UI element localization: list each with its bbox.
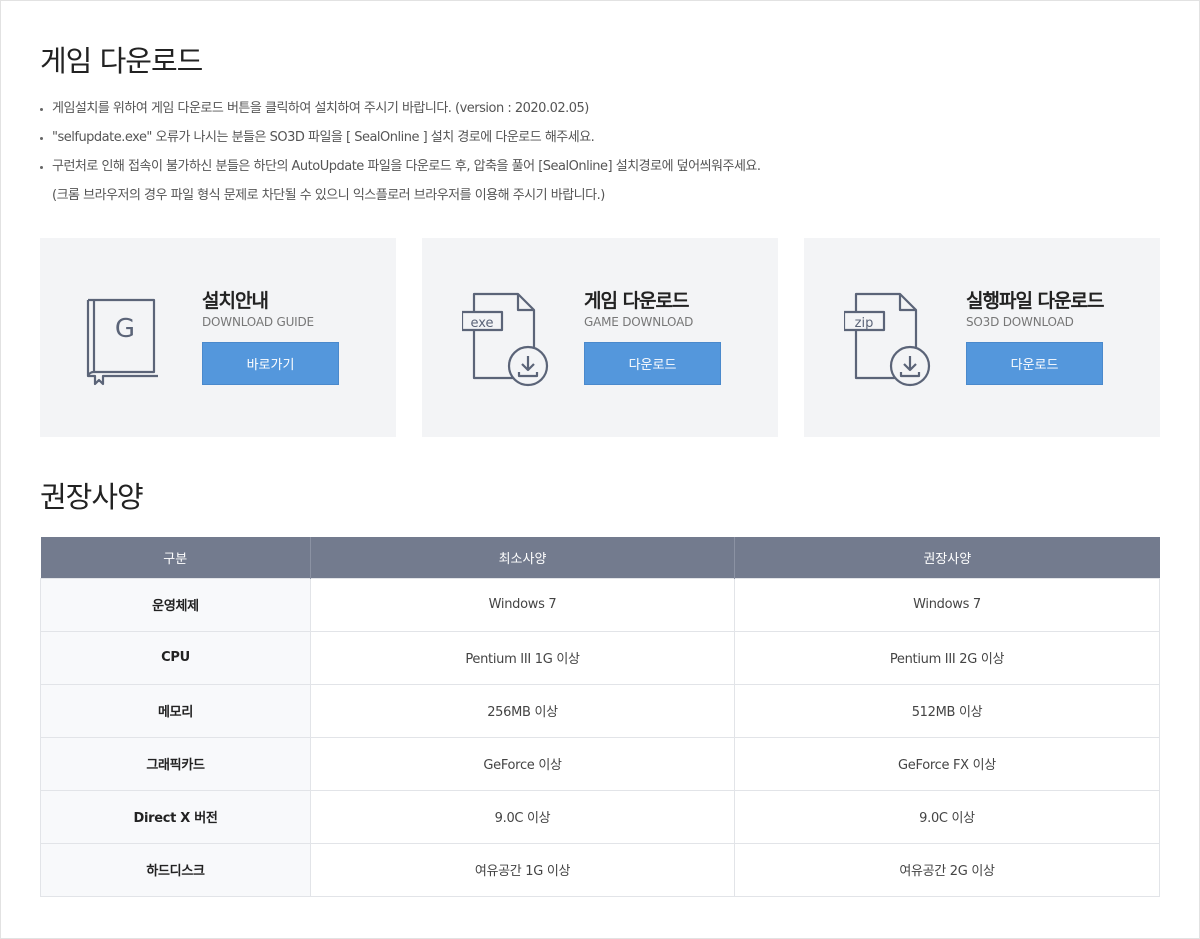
svg-text:exe: exe <box>470 316 493 331</box>
row-label: CPU <box>40 630 311 685</box>
spec-section-title: 권장사양 <box>40 480 144 514</box>
svg-text:G: G <box>115 314 135 344</box>
exe-file-download-icon: exe <box>462 292 549 387</box>
header-recommended: 권장사양 <box>734 537 1160 578</box>
row-label: 그래픽카드 <box>40 736 311 791</box>
min-value: 여유공간 1G 이상 <box>310 842 735 897</box>
card-download-guide: G 설치안내 DOWNLOAD GUIDE 바로가기 <box>40 238 396 437</box>
row-label: 하드디스크 <box>40 842 311 897</box>
game-download-button[interactable]: 다운로드 <box>584 342 721 385</box>
card-subtitle: SO3D DOWNLOAD <box>966 315 1074 329</box>
card-so3d-download: zip 실행파일 다운로드 SO3D DOWNLOAD 다운로드 <box>804 238 1160 437</box>
so3d-download-button[interactable]: 다운로드 <box>966 342 1103 385</box>
header-category: 구분 <box>40 537 311 578</box>
card-title: 게임 다운로드 <box>584 290 689 312</box>
rec-value: Pentium III 2G 이상 <box>734 630 1160 685</box>
table-row: 메모리 256MB 이상 512MB 이상 <box>40 683 1160 738</box>
svg-text:zip: zip <box>855 316 874 331</box>
card-subtitle: DOWNLOAD GUIDE <box>202 315 314 329</box>
table-row: 그래픽카드 GeForce 이상 GeForce FX 이상 <box>40 736 1160 791</box>
min-value: Pentium III 1G 이상 <box>310 630 735 685</box>
table-row: 운영체제 Windows 7 Windows 7 <box>40 577 1160 632</box>
table-row: 하드디스크 여유공간 1G 이상 여유공간 2G 이상 <box>40 842 1160 897</box>
row-label: 운영체제 <box>40 577 311 632</box>
note-item: 게임설치를 위하여 게임 다운로드 버튼을 클릭하여 설치하여 주시기 바랍니다… <box>40 98 1160 127</box>
rec-value: GeForce FX 이상 <box>734 736 1160 791</box>
row-label: 메모리 <box>40 683 311 738</box>
min-value: 9.0C 이상 <box>310 789 735 844</box>
download-notes: 게임설치를 위하여 게임 다운로드 버튼을 클릭하여 설치하여 주시기 바랍니다… <box>40 98 1160 214</box>
min-value: 256MB 이상 <box>310 683 735 738</box>
book-icon: G <box>86 298 158 386</box>
min-value: GeForce 이상 <box>310 736 735 791</box>
note-item: "selfupdate.exe" 오류가 나시는 분들은 SO3D 파일을 [ … <box>40 127 1160 156</box>
row-label: Direct X 버전 <box>40 789 311 844</box>
rec-value: 9.0C 이상 <box>734 789 1160 844</box>
download-section-title: 게임 다운로드 <box>40 44 203 78</box>
header-minimum: 최소사양 <box>310 537 735 578</box>
zip-file-download-icon: zip <box>844 292 931 387</box>
rec-value: 여유공간 2G 이상 <box>734 842 1160 897</box>
guide-button[interactable]: 바로가기 <box>202 342 339 385</box>
card-game-download: exe 게임 다운로드 GAME DOWNLOAD 다운로드 <box>422 238 778 437</box>
note-item: (크롬 브라우저의 경우 파일 형식 문제로 차단될 수 있으니 익스플로러 브… <box>52 188 605 203</box>
table-header-row: 구분 최소사양 권장사양 <box>40 537 1160 578</box>
card-title: 실행파일 다운로드 <box>966 290 1104 312</box>
rec-value: Windows 7 <box>734 577 1160 632</box>
rec-value: 512MB 이상 <box>734 683 1160 738</box>
download-cards: G 설치안내 DOWNLOAD GUIDE 바로가기 exe 게임 다운로드 G… <box>40 238 1160 437</box>
table-row: Direct X 버전 9.0C 이상 9.0C 이상 <box>40 789 1160 844</box>
min-value: Windows 7 <box>310 577 735 632</box>
note-item: 구런처로 인해 접속이 불가하신 분들은 하단의 AutoUpdate 파일을 … <box>40 156 1160 185</box>
spec-table: 구분 최소사양 권장사양 운영체제 Windows 7 Windows 7 CP… <box>40 537 1160 897</box>
card-subtitle: GAME DOWNLOAD <box>584 315 694 329</box>
table-row: CPU Pentium III 1G 이상 Pentium III 2G 이상 <box>40 630 1160 685</box>
card-title: 설치안내 <box>202 290 269 312</box>
